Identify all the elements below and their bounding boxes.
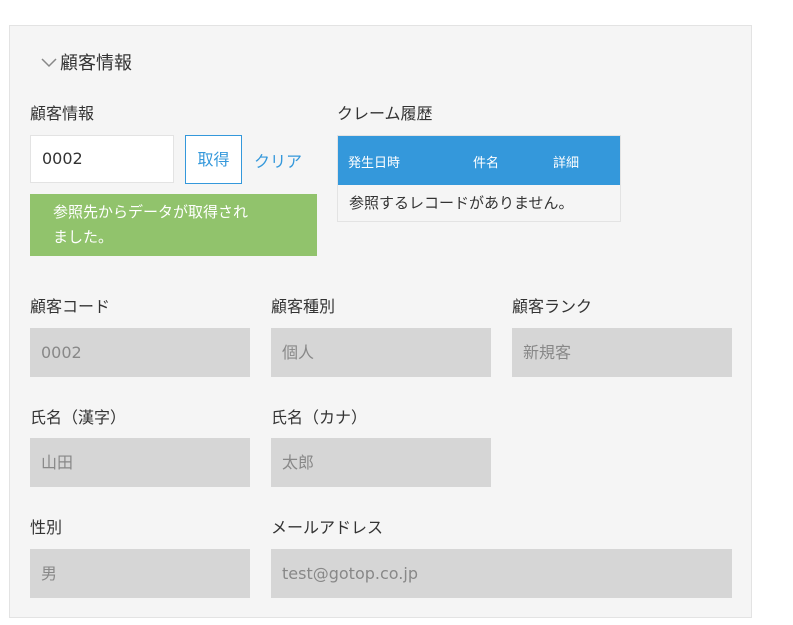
customer-code-label: 顧客コード <box>30 297 111 316</box>
name-kanji-field: 山田 <box>30 438 250 487</box>
section-title: 顧客情報 <box>60 53 132 74</box>
customer-type-label: 顧客種別 <box>271 297 336 316</box>
success-notice: 参照先からデータが取得され ました。 <box>30 194 317 256</box>
lookup-input[interactable]: 0002 <box>30 135 174 183</box>
customer-rank-label: 顧客ランク <box>512 297 593 316</box>
column-header-subject: 件名 <box>473 156 500 171</box>
notice-line-1: 参照先からデータが取得され <box>53 203 249 221</box>
name-kanji-label: 氏名（漢字） <box>30 408 127 427</box>
claims-table: 発生日時 件名 詳細 参照するレコードがありません。 <box>337 135 621 222</box>
customer-rank-field: 新規客 <box>512 328 732 377</box>
customer-type-field: 個人 <box>271 328 491 377</box>
get-button[interactable]: 取得 <box>185 135 242 184</box>
section-toggle[interactable]: 顧客情報 <box>40 49 132 75</box>
column-header-date: 発生日時 <box>348 156 401 171</box>
clear-link[interactable]: クリア <box>254 148 302 172</box>
gender-field: 男 <box>30 549 250 598</box>
gender-label: 性別 <box>30 518 63 537</box>
email-label: メールアドレス <box>271 518 384 537</box>
chevron-down-icon <box>41 58 57 68</box>
name-kana-field: 太郎 <box>271 438 491 487</box>
email-field: test@gotop.co.jp <box>271 549 732 598</box>
customer-code-field: 0002 <box>30 328 250 377</box>
column-header-detail: 詳細 <box>553 156 580 171</box>
notice-line-2: ました。 <box>53 228 114 246</box>
name-kana-label: 氏名（カナ） <box>271 408 368 427</box>
lookup-label: 顧客情報 <box>30 104 95 123</box>
claims-label: クレーム履歴 <box>337 104 433 123</box>
empty-message: 参照するレコードがありません。 <box>349 194 574 212</box>
table-header: 発生日時 件名 詳細 <box>338 136 620 185</box>
